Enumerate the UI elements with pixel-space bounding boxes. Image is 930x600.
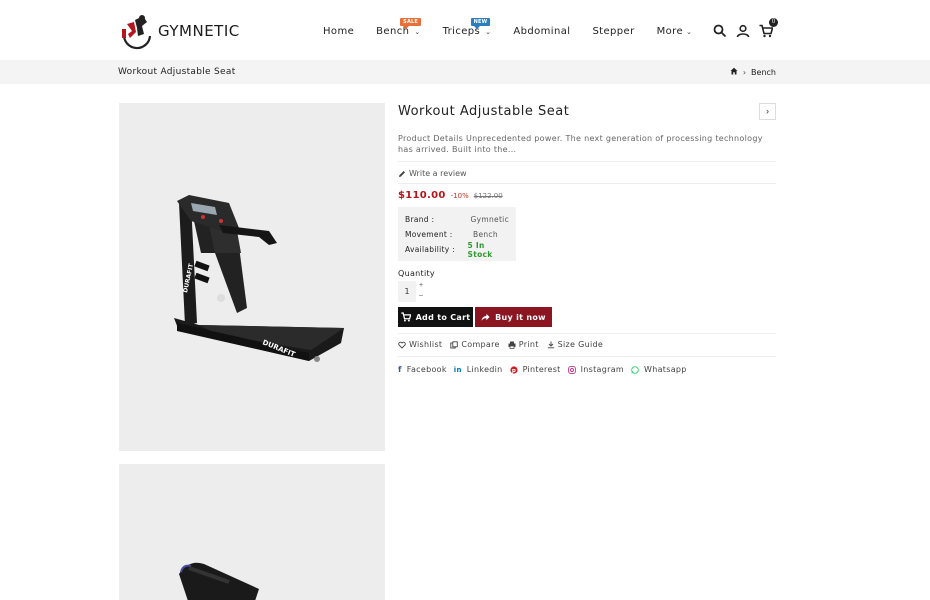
chevron-right-icon: ›: [742, 67, 747, 77]
printer-icon: [508, 341, 516, 349]
facebook-icon: f: [398, 365, 402, 374]
share-label: Whatsapp: [644, 365, 687, 374]
attribute-row: Brand : Gymnetic: [405, 212, 509, 227]
current-price: $110.00: [398, 190, 446, 201]
breadcrumb-bar: Workout Adjustable Seat › Bench: [0, 60, 930, 84]
nav-item-abdominal[interactable]: Abdominal: [513, 26, 570, 37]
product-actions: Wishlist Compare Print Size Guide: [398, 340, 776, 357]
share-label: Linkedin: [466, 365, 503, 374]
main-nav: Home SALE Bench ⌄ NEW Triceps ⌄ Abdomina…: [323, 18, 714, 37]
share-label: Pinterest: [522, 365, 561, 374]
stock-status: 5 In Stock: [467, 240, 493, 259]
size-guide-label: Size Guide: [557, 340, 604, 349]
nav-label: Home: [323, 26, 355, 37]
chevron-down-icon: ⌄: [414, 27, 421, 36]
quantity-increase-button[interactable]: +: [416, 281, 426, 291]
product-description: Product Details Unprecedented power. The…: [398, 133, 776, 162]
attribute-value: Bench: [473, 230, 498, 239]
pinterest-icon: p: [509, 365, 518, 374]
quantity-steps: + –: [416, 281, 426, 302]
share-arrow-icon: [481, 313, 490, 321]
old-price: $122.00: [473, 192, 503, 200]
home-icon[interactable]: [730, 67, 738, 77]
write-review-label: Write a review: [409, 169, 467, 178]
breadcrumb: › Bench: [730, 67, 776, 77]
write-review-link[interactable]: Write a review: [398, 162, 776, 184]
nav-item-more[interactable]: More ⌄: [657, 26, 693, 37]
add-to-cart-label: Add to Cart: [415, 312, 471, 322]
user-icon[interactable]: [736, 24, 750, 38]
discount-badge: -10%: [450, 192, 469, 200]
chevron-down-icon: ⌄: [485, 27, 492, 36]
size-guide-link[interactable]: Size Guide: [547, 340, 603, 349]
product-info: Workout Adjustable Seat › Product Detail…: [398, 103, 776, 374]
page-title: Workout Adjustable Seat: [118, 67, 236, 77]
share-label: Facebook: [406, 365, 447, 374]
logo-mark-icon: [118, 12, 156, 50]
cart-count-badge: 0: [769, 18, 778, 27]
share-whatsapp[interactable]: Whatsapp: [631, 365, 687, 374]
buy-now-button[interactable]: Buy it now: [475, 307, 552, 327]
share-pinterest[interactable]: p Pinterest: [509, 365, 561, 374]
compare-label: Compare: [461, 340, 500, 349]
heart-icon: [398, 341, 406, 349]
attribute-key: Movement :: [405, 230, 453, 239]
wishlist-label: Wishlist: [409, 340, 443, 349]
new-badge: NEW: [470, 18, 491, 29]
nav-label: Abdominal: [513, 26, 571, 37]
quantity-label: Quantity: [398, 269, 435, 278]
brand-name: GYMNETIC: [158, 22, 240, 40]
product-attributes: Brand : Gymnetic Movement : Bench Availa…: [398, 207, 516, 261]
cart-icon: [400, 312, 411, 322]
attribute-key: Brand :: [405, 215, 435, 224]
nav-label: More: [656, 26, 684, 37]
download-icon: [547, 341, 554, 348]
share-instagram[interactable]: Instagram: [567, 365, 625, 374]
treadmill-image: DURAFITDURAFIT: [174, 195, 344, 362]
site-header: GYMNETIC Home SALE Bench ⌄ NEW Triceps ⌄…: [0, 0, 930, 60]
product-image-main[interactable]: DURAFIT DURAFIT: [119, 103, 385, 451]
next-product-button[interactable]: ›: [759, 103, 776, 120]
pencil-icon: [399, 170, 405, 177]
attribute-row: Availability : 5 In Stock: [405, 240, 509, 259]
purchase-buttons: Add to Cart Buy it now: [398, 307, 776, 334]
print-link[interactable]: Print: [508, 340, 539, 349]
nav-item-triceps[interactable]: NEW Triceps ⌄: [443, 18, 492, 37]
nav-item-bench[interactable]: SALE Bench ⌄: [376, 18, 422, 37]
sale-badge: SALE: [400, 18, 422, 29]
product-image-secondary[interactable]: [119, 464, 385, 600]
compare-icon: [450, 340, 459, 348]
buy-now-label: Buy it now: [495, 312, 546, 322]
breadcrumb-current: Bench: [751, 67, 776, 77]
whatsapp-icon: [631, 365, 639, 374]
wishlist-link[interactable]: Wishlist: [398, 340, 442, 349]
instagram-icon: [567, 365, 576, 374]
nav-item-home[interactable]: Home: [323, 26, 354, 37]
linkedin-icon: in: [453, 365, 462, 374]
quantity-stepper: + –: [398, 281, 776, 302]
treadmill-image: [179, 562, 259, 600]
product-title: Workout Adjustable Seat: [398, 104, 570, 119]
quantity-decrease-button[interactable]: –: [416, 291, 426, 301]
svg-text:p: p: [511, 368, 515, 374]
site-logo[interactable]: GYMNETIC: [118, 12, 240, 50]
price-row: $110.00 -10% $122.00: [398, 190, 776, 201]
nav-label: Stepper: [592, 26, 635, 37]
share-facebook[interactable]: f Facebook: [398, 365, 447, 374]
compare-link[interactable]: Compare: [450, 340, 499, 349]
quantity-input[interactable]: [398, 281, 416, 302]
header-actions: 0: [713, 18, 782, 38]
search-icon[interactable]: [713, 24, 727, 38]
cart-icon[interactable]: 0: [759, 18, 778, 38]
add-to-cart-button[interactable]: Add to Cart: [398, 307, 473, 327]
chevron-down-icon: ⌄: [686, 27, 693, 36]
share-label: Instagram: [580, 365, 625, 374]
share-linkedin[interactable]: in Linkedin: [454, 365, 503, 374]
social-share: f Facebook in Linkedin p Pinterest Insta…: [398, 365, 776, 374]
attribute-key: Availability :: [405, 245, 455, 254]
nav-item-stepper[interactable]: Stepper: [592, 26, 634, 37]
attribute-value: Gymnetic: [470, 215, 509, 224]
print-label: Print: [518, 340, 539, 349]
